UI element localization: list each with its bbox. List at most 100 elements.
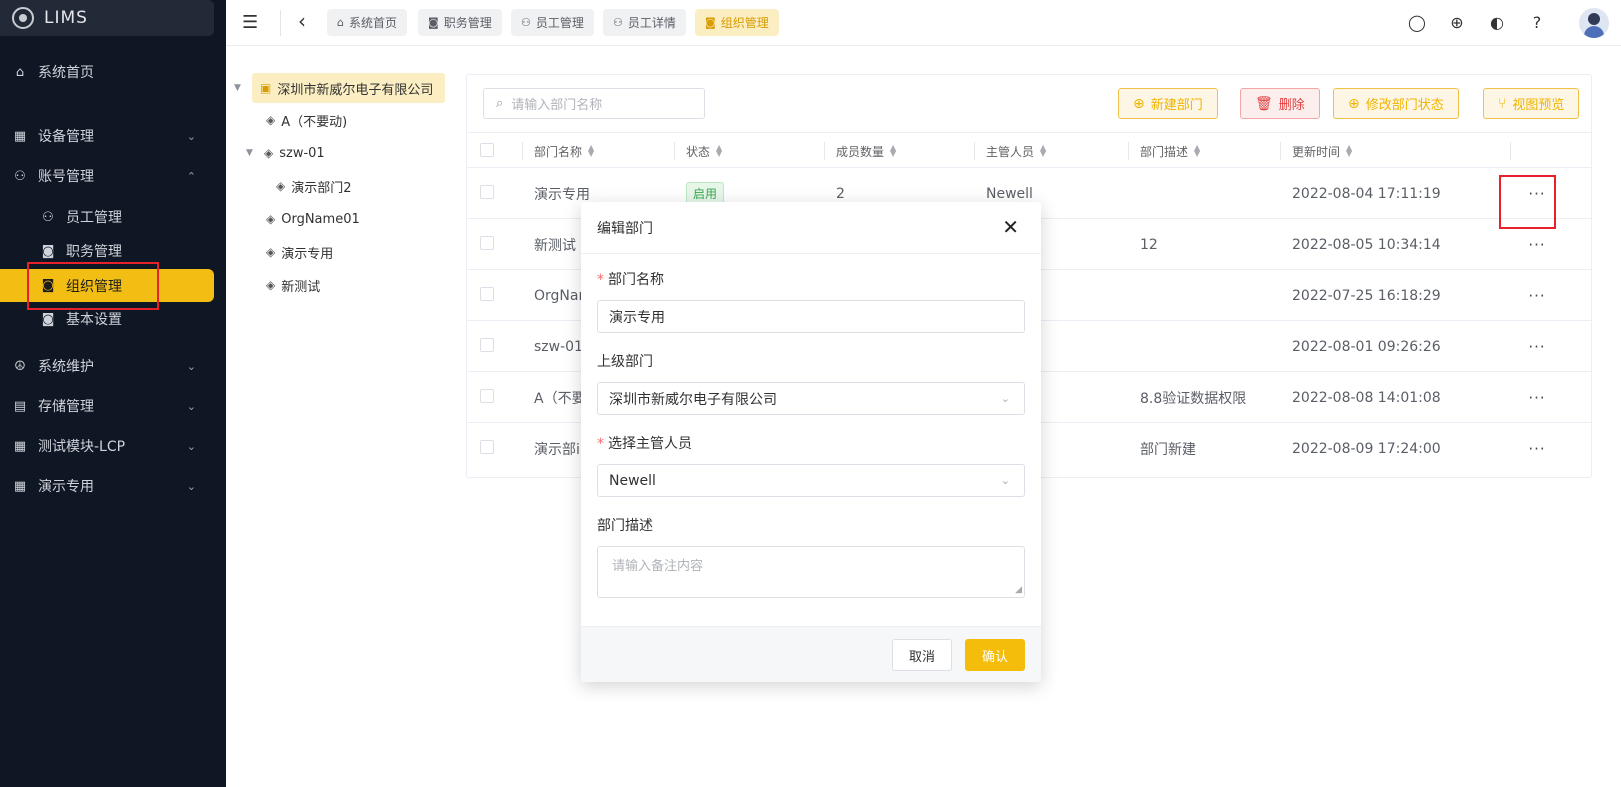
tree-node-root[interactable]: ▼ ▣ 深圳市新威尔电子有限公司 bbox=[234, 73, 446, 103]
department-name-field[interactable]: 演示专用 bbox=[597, 300, 1025, 333]
more-icon[interactable]: ··· bbox=[1510, 423, 1564, 474]
new-department-button[interactable]: ⊕ 新建部门 bbox=[1118, 88, 1218, 119]
description-textarea[interactable]: 请输入备注内容 ◢ bbox=[597, 546, 1025, 598]
chat-icon[interactable]: ◯ bbox=[1407, 12, 1427, 32]
cell-updated: 2022-08-01 09:26:26 bbox=[1292, 338, 1441, 355]
resize-grip-icon[interactable]: ◢ bbox=[1015, 585, 1022, 595]
confirm-button[interactable]: 确认 bbox=[965, 639, 1025, 671]
logo-icon bbox=[12, 7, 34, 29]
sort-icon[interactable]: ▲ ▼ bbox=[716, 144, 722, 158]
tree-node[interactable]: ◈ 新测试 bbox=[266, 270, 320, 300]
tree-node-label: 深圳市新威尔电子有限公司 bbox=[277, 82, 434, 98]
tree-node[interactable]: ▼ ◈ szw-01 bbox=[246, 138, 325, 168]
tab-positions[interactable]: ◙ 职务管理 bbox=[418, 9, 502, 36]
column-header-updated[interactable]: 更新时间 ▲ ▼ bbox=[1292, 133, 1352, 169]
divider bbox=[1128, 142, 1129, 160]
layers-icon: ◈ bbox=[266, 245, 276, 259]
home-icon: ⌂ bbox=[15, 64, 25, 80]
column-header-status[interactable]: 状态 ▲ ▼ bbox=[686, 133, 722, 169]
highlight-box bbox=[27, 262, 159, 310]
column-header-description[interactable]: 部门描述 ▲ ▼ bbox=[1140, 133, 1200, 169]
sort-icon[interactable]: ▲ ▼ bbox=[1346, 144, 1352, 158]
required-mark: * bbox=[597, 272, 604, 288]
sidebar-item-storage[interactable]: ▤ 存储管理 ⌄ bbox=[0, 388, 226, 424]
more-icon[interactable]: ··· bbox=[1510, 372, 1564, 423]
sidebar-item-demo[interactable]: ▦ 演示专用 ⌄ bbox=[0, 468, 226, 504]
tab-employees[interactable]: ⚇ 员工管理 bbox=[511, 9, 594, 36]
tree-node[interactable]: ◈ A（不要动) bbox=[266, 105, 347, 135]
manager-select[interactable]: Newell ⌄ bbox=[597, 464, 1025, 497]
sidebar-item-employees[interactable]: ⚇ 员工管理 bbox=[0, 199, 226, 235]
header-label: 主管人员 bbox=[986, 144, 1035, 159]
field-value: 深圳市新威尔电子有限公司 bbox=[609, 391, 777, 408]
sidebar-item-label: 员工管理 bbox=[66, 210, 122, 226]
search-input[interactable]: ⌕ 请输入部门名称 bbox=[483, 88, 705, 119]
cell-description: 12 bbox=[1140, 236, 1158, 253]
tree-node[interactable]: ◈ OrgName01 bbox=[266, 204, 360, 234]
row-checkbox[interactable] bbox=[480, 287, 494, 301]
textarea-placeholder: 请输入备注内容 bbox=[612, 559, 704, 574]
back-icon[interactable]: ‹ bbox=[298, 9, 306, 33]
sidebar-item-equipment[interactable]: ▦ 设备管理 ⌄ bbox=[0, 118, 226, 154]
help-icon[interactable]: ? bbox=[1527, 12, 1547, 32]
tab-home[interactable]: ⌂ 系统首页 bbox=[327, 9, 407, 36]
layers-icon: ◈ bbox=[266, 113, 276, 127]
change-status-button[interactable]: ⊕ 修改部门状态 bbox=[1333, 88, 1459, 119]
cancel-button[interactable]: 取消 bbox=[892, 639, 952, 671]
column-header-count[interactable]: 成员数量 ▲ ▼ bbox=[836, 133, 896, 169]
avatar[interactable] bbox=[1579, 8, 1609, 38]
sort-icon[interactable]: ▲ ▼ bbox=[1040, 144, 1046, 158]
chevron-down-icon: ⌄ bbox=[186, 439, 196, 453]
tree-node-selected[interactable]: ▣ 深圳市新威尔电子有限公司 bbox=[252, 73, 446, 103]
sidebar-item-home[interactable]: ⌂ 系统首页 bbox=[0, 54, 226, 90]
row-checkbox[interactable] bbox=[480, 185, 494, 199]
row-checkbox[interactable] bbox=[480, 236, 494, 250]
dialog-footer: 取消 确认 bbox=[581, 626, 1041, 682]
chevron-down-icon: ⌄ bbox=[186, 359, 196, 373]
tab-organization[interactable]: ◙ 组织管理 bbox=[695, 9, 779, 36]
tab-label: 员工管理 bbox=[535, 16, 584, 30]
org-tree: ▼ ▣ 深圳市新威尔电子有限公司 ◈ A（不要动) ▼ ◈ szw-01 ◈ 演… bbox=[226, 46, 451, 787]
view-preview-button[interactable]: ⑂ 视图预览 bbox=[1483, 88, 1580, 119]
tree-node[interactable]: ◈ 演示专用 bbox=[266, 237, 333, 267]
sidebar-item-maintenance[interactable]: ☮ 系统维护 ⌄ bbox=[0, 348, 226, 384]
sort-icon[interactable]: ▲ ▼ bbox=[890, 144, 896, 158]
row-checkbox[interactable] bbox=[480, 338, 494, 352]
globe-icon[interactable]: ⊕ bbox=[1447, 12, 1467, 32]
sort-icon[interactable]: ▲ ▼ bbox=[588, 144, 594, 158]
highlight-box bbox=[1499, 175, 1556, 229]
row-checkbox[interactable] bbox=[480, 440, 494, 454]
divider bbox=[1280, 142, 1281, 160]
more-icon[interactable]: ··· bbox=[1510, 321, 1564, 372]
branch-icon: ⑂ bbox=[1498, 95, 1507, 112]
caret-down-icon[interactable]: ▼ bbox=[234, 83, 246, 93]
tab-label: 员工详情 bbox=[627, 16, 676, 30]
menu-fold-icon[interactable]: ☰ bbox=[242, 12, 258, 33]
close-icon[interactable]: ✕ bbox=[1002, 215, 1019, 239]
sort-icon[interactable]: ▲ ▼ bbox=[1194, 144, 1200, 158]
tab-employee-detail[interactable]: ⚇ 员工详情 bbox=[603, 9, 686, 36]
sidebar-item-accounts[interactable]: ⚇ 账号管理 ⌃ bbox=[0, 158, 226, 194]
row-checkbox[interactable] bbox=[480, 389, 494, 403]
delete-button[interactable]: 🗑 删除 bbox=[1240, 88, 1320, 119]
search-icon: ⌕ bbox=[496, 96, 504, 111]
cell-updated: 2022-08-08 14:01:08 bbox=[1292, 389, 1441, 406]
edit-department-dialog: 编辑部门 ✕ * 部门名称 演示专用 上级部门 深圳市新威尔电子有限公司 ⌄ * 选… bbox=[581, 202, 1041, 682]
caret-down-icon[interactable]: ▼ bbox=[246, 148, 258, 158]
app-logo[interactable]: LIMS bbox=[0, 0, 214, 36]
sidebar-item-test-lcp[interactable]: ▦ 测试模块-LCP ⌄ bbox=[0, 428, 226, 464]
select-all-checkbox[interactable] bbox=[480, 143, 494, 157]
palette-icon[interactable]: ◐ bbox=[1487, 12, 1507, 32]
tree-node[interactable]: ◈ 演示部门2 bbox=[276, 171, 352, 201]
more-icon[interactable]: ··· bbox=[1510, 270, 1564, 321]
column-header-name[interactable]: 部门名称 ▲ ▼ bbox=[534, 133, 594, 169]
layers-icon: ◈ bbox=[266, 212, 276, 226]
column-header-manager[interactable]: 主管人员 ▲ ▼ bbox=[986, 133, 1046, 169]
users-icon: ⚇ bbox=[521, 16, 531, 29]
badge-icon: ◙ bbox=[705, 16, 716, 29]
tab-label: 组织管理 bbox=[720, 16, 769, 30]
cell-updated: 2022-08-04 17:11:19 bbox=[1292, 185, 1441, 202]
header-label: 更新时间 bbox=[1292, 144, 1341, 159]
parent-department-select[interactable]: 深圳市新威尔电子有限公司 ⌄ bbox=[597, 382, 1025, 415]
tree-node-label: szw-01 bbox=[279, 145, 325, 161]
